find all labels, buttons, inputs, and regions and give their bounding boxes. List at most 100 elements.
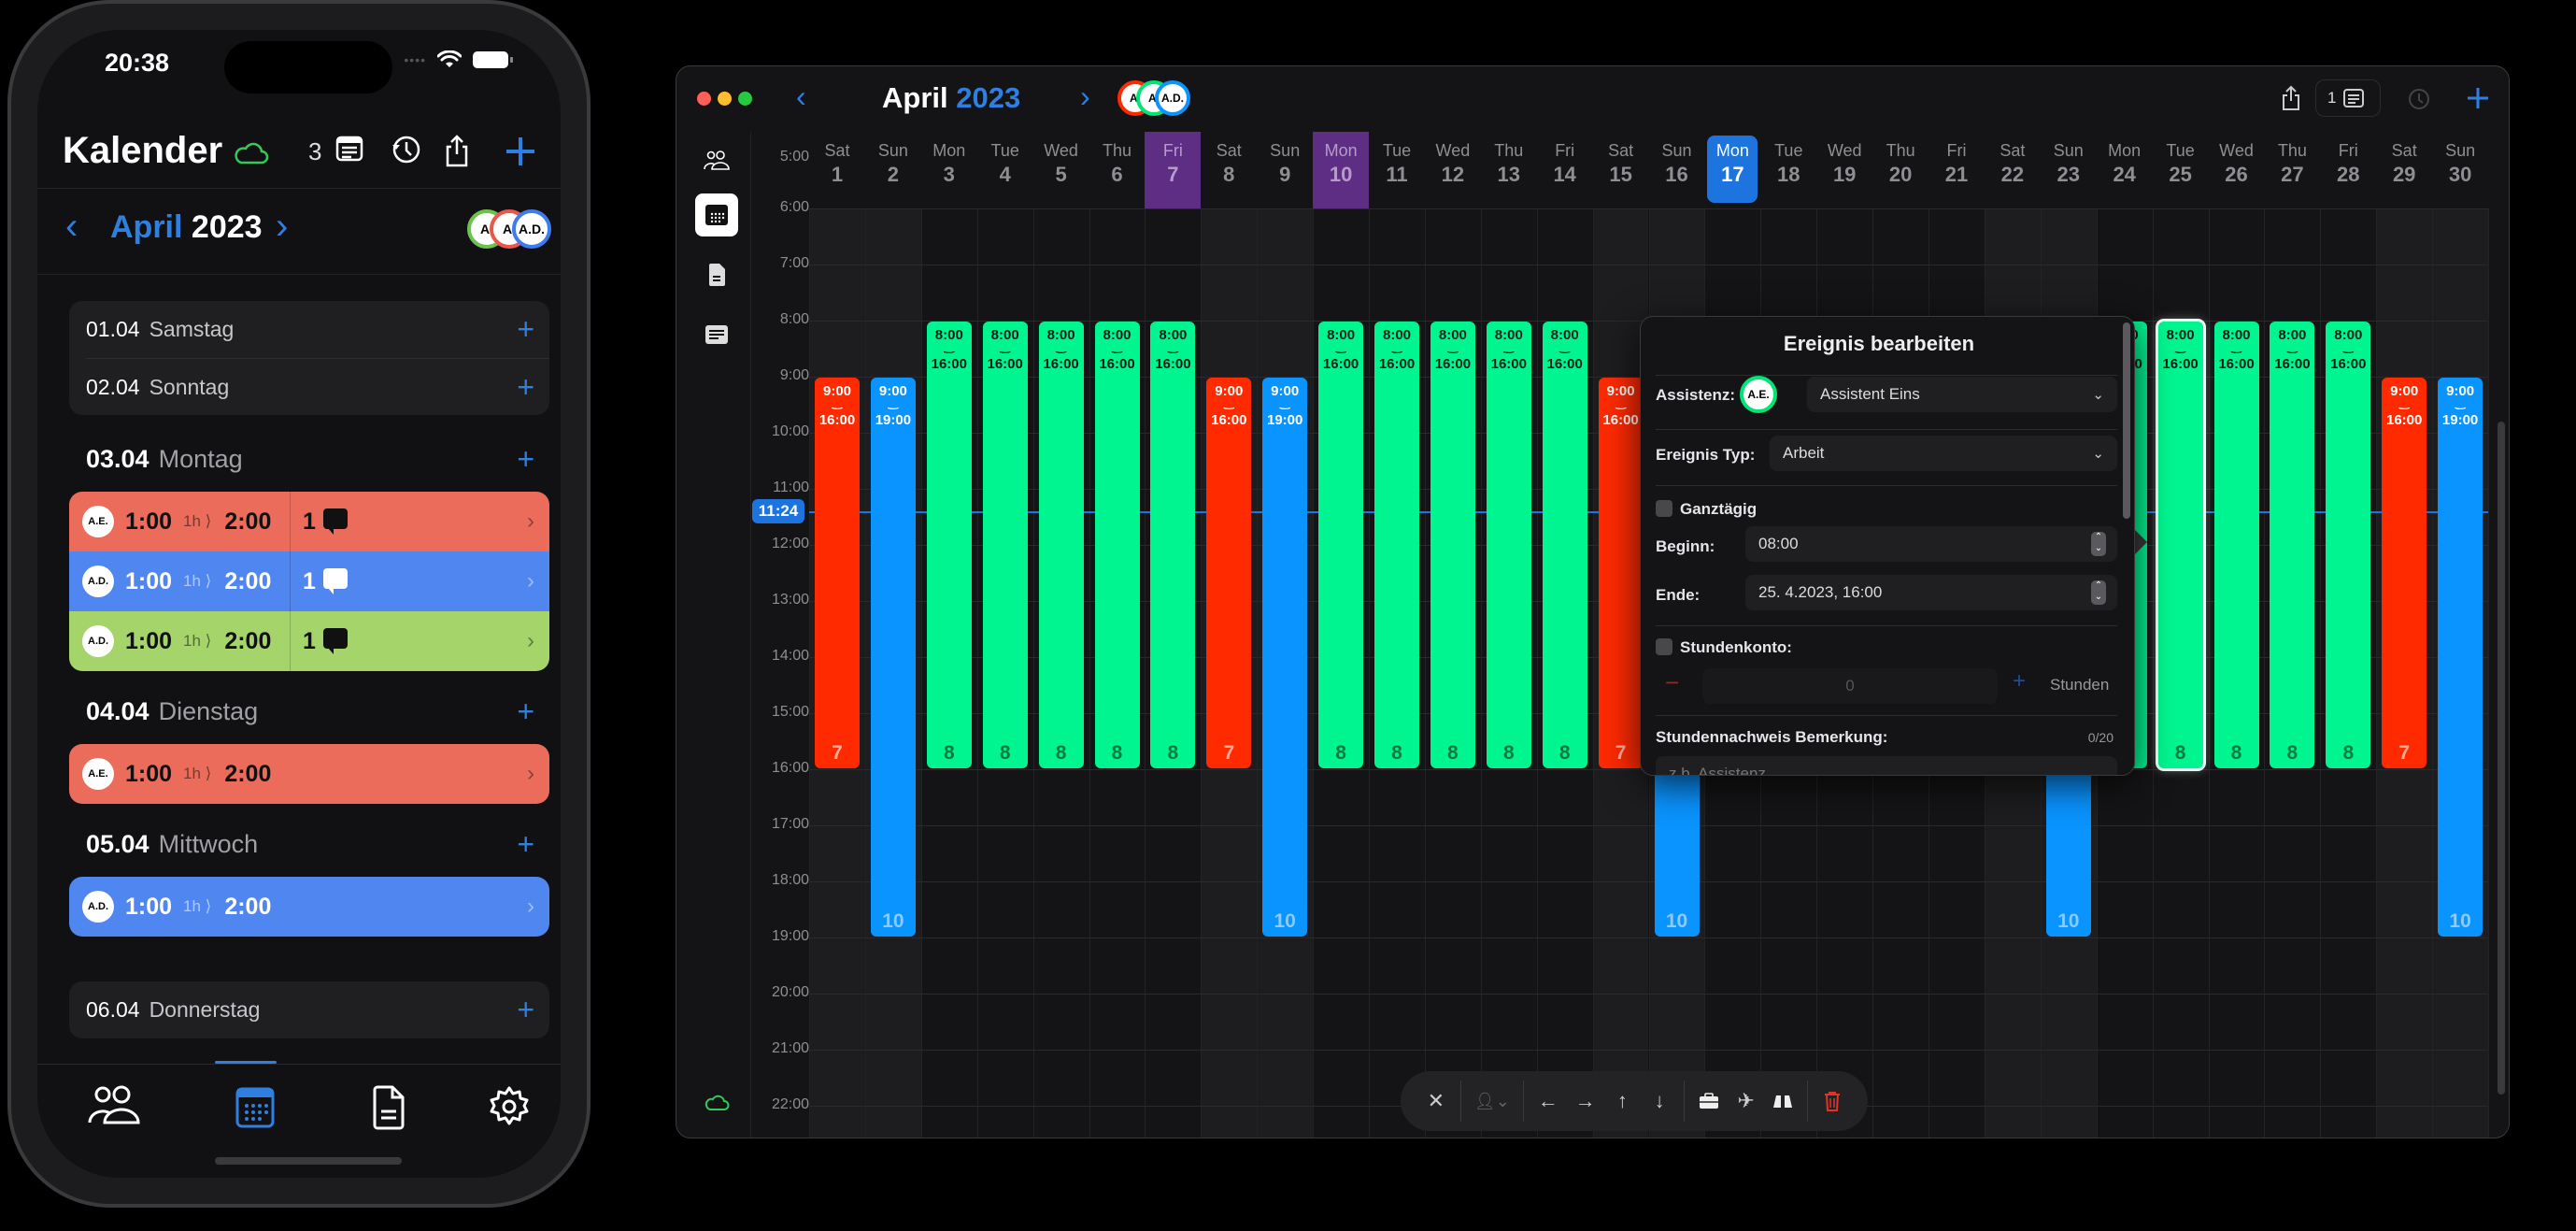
day-header-20[interactable]: Thu 20 (1872, 132, 1928, 208)
event-row[interactable]: A.D. 1:00 1h ⟩ 2:00 1 › (69, 611, 549, 671)
day-header-26[interactable]: Wed 26 (2209, 132, 2265, 208)
arrow-up-icon[interactable]: ↑ (1603, 1081, 1641, 1122)
next-month-button[interactable]: › (1080, 79, 1090, 114)
event-row[interactable]: A.E. 1:00 1h ⟩ 2:00 1 › (69, 492, 549, 551)
next-month-button[interactable]: › (276, 206, 288, 248)
event-bar[interactable]: 8:00‿16:008 (1542, 322, 1587, 768)
day-header-16[interactable]: Sun 16 (1649, 132, 1705, 208)
day-header-7[interactable]: Fri 7 (1145, 132, 1202, 208)
add-event-button[interactable]: + (517, 827, 534, 862)
stepper-icon[interactable]: ⌃ ⌄ (2091, 532, 2106, 556)
arrow-left-icon[interactable]: ← (1530, 1081, 1567, 1122)
day-header-15[interactable]: Sat 15 (1593, 132, 1649, 208)
day-header-24[interactable]: Mon 24 (2097, 132, 2153, 208)
event-bar[interactable]: 8:00‿16:008 (2326, 322, 2371, 768)
add-event-button[interactable]: + (517, 370, 534, 405)
sidebar-item-assistants[interactable] (695, 139, 738, 182)
event-row[interactable]: A.E. 1:00 1h ⟩ 2:00 › (69, 744, 549, 804)
event-bar[interactable]: 9:00‿19:0010 (870, 378, 916, 937)
day-header-9[interactable]: Sun 9 (1257, 132, 1313, 208)
event-bar[interactable]: 8:00‿16:008 (1430, 322, 1475, 768)
assistant-select[interactable]: Assistent Eins ⌄ (1807, 377, 2117, 412)
person-menu-icon[interactable]: 👤︎⌄ (1467, 1081, 1517, 1122)
event-bar[interactable]: 9:00‿19:0010 (2438, 378, 2483, 937)
close-icon[interactable]: ✕ (1417, 1081, 1455, 1122)
day-row[interactable]: 02.04 Sonntag + (86, 358, 549, 415)
close-window-button[interactable] (697, 92, 711, 106)
end-datetime-field[interactable]: 25. 4.2023, 16:00 ⌃ ⌄ (1745, 575, 2117, 610)
share-icon[interactable] (2281, 85, 2301, 111)
event-bar[interactable]: 8:00‿16:008 (926, 322, 972, 768)
arrow-right-icon[interactable]: → (1567, 1081, 1604, 1122)
tab-settings[interactable] (488, 1085, 531, 1128)
tab-calendar[interactable] (235, 1085, 275, 1128)
add-event-button[interactable]: + (517, 694, 534, 729)
day-header-22[interactable]: Sat 22 (1985, 132, 2041, 208)
day-header-4[interactable]: Tue 4 (977, 132, 1033, 208)
history-icon[interactable] (2407, 87, 2431, 111)
event-bar[interactable]: 8:00‿16:008 (1150, 322, 1196, 768)
day-header-27[interactable]: Thu 27 (2264, 132, 2320, 208)
previous-month-button[interactable]: ‹ (65, 206, 78, 248)
day-header-8[interactable]: Sat 8 (1201, 132, 1257, 208)
assistant-avatar[interactable]: A.D. (512, 209, 551, 249)
day-header-21[interactable]: Fri 21 (1928, 132, 1985, 208)
briefcase-icon[interactable] (1690, 1081, 1728, 1122)
minimize-window-button[interactable] (718, 92, 732, 106)
event-bar[interactable]: 8:00‿16:008 (1038, 322, 1084, 768)
start-time-field[interactable]: 08:00 ⌃ ⌄ (1745, 526, 2117, 562)
cloud-sync-icon[interactable] (232, 139, 269, 165)
previous-month-button[interactable]: ‹ (796, 79, 806, 114)
event-row[interactable]: A.D. 1:00 1h ⟩ 2:00 › (69, 877, 549, 937)
event-bar[interactable]: 8:00‿16:008 (982, 322, 1028, 768)
pending-requests-button[interactable]: 1 (2315, 79, 2381, 117)
add-event-button[interactable]: + (517, 442, 534, 477)
tab-assistants[interactable] (88, 1085, 140, 1128)
hours-value-field[interactable]: 0 (1702, 668, 1998, 704)
event-bar[interactable]: 8:00‿16:008 (1374, 322, 1419, 768)
month-title[interactable]: April 2023 (110, 209, 263, 246)
arrow-down-icon[interactable]: ↓ (1641, 1081, 1678, 1122)
assistant-filter-avatars[interactable]: A. A. A.D. (1117, 80, 1190, 116)
day-header-3[interactable]: Mon 3 (921, 132, 977, 208)
event-bar[interactable]: 8:00‿16:008 (1094, 322, 1140, 768)
event-bar[interactable]: 8:00‿16:008 (2157, 322, 2203, 768)
hours-account-checkbox[interactable] (1656, 638, 1672, 655)
event-bar[interactable]: 9:00 ‿ 16:00 7 (2382, 378, 2427, 768)
event-bar[interactable]: 9:00 ‿ 16:00 7 (1206, 378, 1252, 768)
day-row[interactable]: 01.04 Samstag + (69, 301, 549, 358)
day-header-19[interactable]: Wed 19 (1816, 132, 1872, 208)
day-header-14[interactable]: Fri 14 (1537, 132, 1593, 208)
all-day-checkbox[interactable] (1656, 500, 1672, 517)
increment-hours-button[interactable]: + (2013, 668, 2026, 694)
event-bar[interactable]: 8:00‿16:008 (2270, 322, 2315, 768)
zoom-window-button[interactable] (738, 92, 752, 106)
day-header-10[interactable]: Mon 10 (1313, 132, 1370, 208)
airplane-icon[interactable]: ✈ (1728, 1081, 1765, 1122)
add-icon[interactable] (505, 136, 536, 167)
event-bar[interactable]: 9:00 ‿ 16:00 7 (1598, 378, 1644, 768)
assistant-avatar[interactable]: A.D. (1155, 80, 1190, 116)
history-icon[interactable] (391, 134, 422, 165)
day-header-13[interactable]: Thu 13 (1481, 132, 1537, 208)
popover-scrollbar[interactable] (2123, 322, 2130, 519)
event-bar[interactable]: 8:00‿16:008 (2213, 322, 2259, 768)
day-header-23[interactable]: Sun 23 (2041, 132, 2097, 208)
event-bar[interactable]: 9:00 ‿ 16:00 7 (815, 378, 860, 768)
sidebar-item-sync[interactable] (695, 1081, 738, 1124)
remark-input[interactable] (1656, 756, 2117, 775)
day-header-1[interactable]: Sat 1 (809, 132, 865, 208)
trash-icon[interactable] (1814, 1081, 1851, 1122)
add-event-button[interactable]: + (517, 312, 534, 347)
day-header-29[interactable]: Sat 29 (2376, 132, 2432, 208)
event-type-select[interactable]: Arbeit ⌄ (1770, 436, 2117, 471)
vertical-scrollbar[interactable] (2498, 422, 2505, 1095)
add-event-icon[interactable] (2467, 87, 2489, 109)
day-header-2[interactable]: Sun 2 (865, 132, 921, 208)
stepper-icon[interactable]: ⌃ ⌄ (2091, 580, 2106, 605)
assistant-filter-avatars[interactable]: A. A. A.D. (467, 209, 551, 249)
day-header-11[interactable]: Tue 11 (1369, 132, 1425, 208)
day-header-5[interactable]: Wed 5 (1033, 132, 1089, 208)
tab-documents[interactable] (372, 1085, 406, 1130)
day-header-25[interactable]: Tue 25 (2153, 132, 2209, 208)
